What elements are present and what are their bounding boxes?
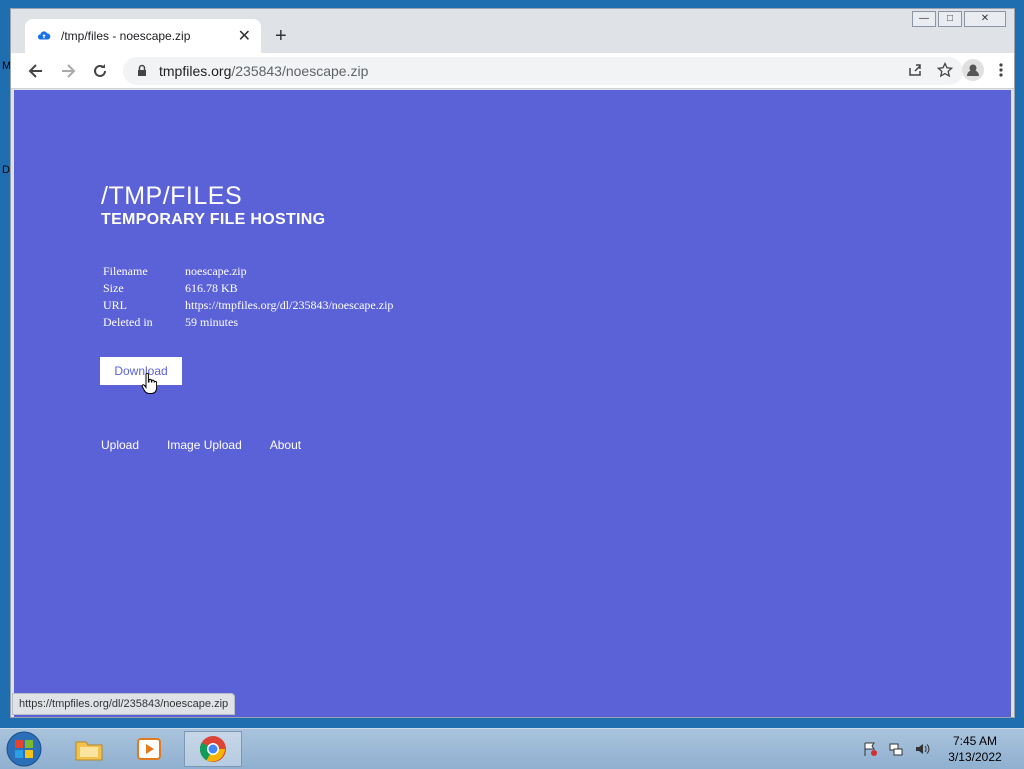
profile-avatar-icon[interactable] [962,59,984,81]
info-value-url: https://tmpfiles.org/dl/235843/noescape.… [185,298,394,312]
browser-window: — □ ✕ /tmp/files - noescape.zip ✕ + tmpf… [10,8,1015,718]
info-label-size: Size [103,281,124,295]
browser-toolbar: tmpfiles.org/235843/noescape.zip [11,53,1014,89]
new-tab-icon[interactable]: + [275,25,287,48]
info-label-deleted-in: Deleted in [103,315,153,329]
system-tray [862,741,930,757]
desktop-icon-label: D [2,164,10,176]
forward-icon[interactable] [57,60,79,82]
share-icon[interactable] [907,62,923,78]
window-controls: — □ ✕ [912,11,1006,27]
info-value-size: 616.78 KB [185,281,238,295]
page-content: /TMP/FILES TEMPORARY FILE HOSTING Filena… [14,90,1011,717]
page-title: /TMP/FILES [101,182,243,210]
lock-icon[interactable] [135,64,149,78]
network-icon[interactable] [888,741,904,757]
start-button-icon[interactable] [4,730,44,768]
url-host: tmpfiles.org [159,63,232,79]
info-value-deleted-in: 59 minutes [185,315,238,329]
maximize-button[interactable]: □ [938,11,962,27]
taskbar-chrome[interactable] [184,731,242,767]
folder-icon [75,741,103,761]
reload-icon[interactable] [89,60,111,82]
tab-close-icon[interactable]: ✕ [238,26,251,46]
table-row: Filename noescape.zip [101,263,395,280]
upload-link[interactable]: Upload [101,438,139,452]
image-upload-link[interactable]: Image Upload [167,438,242,452]
clock-date: 3/13/2022 [948,750,1002,764]
info-label-filename: Filename [103,264,148,278]
clock-time: 7:45 AM [952,734,998,748]
toolbar-right [962,59,1004,81]
chrome-icon [199,736,226,762]
volume-icon[interactable] [914,741,930,757]
taskbar: 7:45 AM 3/13/2022 [0,728,1024,769]
about-link[interactable]: About [270,438,301,452]
taskbar-media-player[interactable] [120,731,178,767]
table-row: URL https://tmpfiles.org/dl/235843/noesc… [101,297,395,314]
file-info-table: Filename noescape.zip Size 616.78 KB URL… [101,263,395,331]
taskbar-clock[interactable]: 7:45 AM 3/13/2022 [940,733,1010,765]
info-value-filename: noescape.zip [185,264,247,278]
minimize-button[interactable]: — [912,11,936,27]
table-row: Deleted in 59 minutes [101,314,395,331]
url-path: /235843/noescape.zip [231,63,369,79]
tab-title: /tmp/files - noescape.zip [61,29,191,43]
address-bar[interactable]: tmpfiles.org/235843/noescape.zip [123,57,963,85]
bookmark-star-icon[interactable] [937,62,953,78]
hand-cursor-icon [141,373,157,394]
media-player-icon [137,738,161,760]
more-menu-icon[interactable] [998,62,1004,78]
status-bar-url: https://tmpfiles.org/dl/235843/noescape.… [12,693,236,715]
close-window-button[interactable]: ✕ [964,11,1006,27]
back-icon[interactable] [25,60,47,82]
info-label-url: URL [103,298,127,312]
table-row: Size 616.78 KB [101,280,395,297]
footer-nav: Upload Image Upload About [101,438,301,452]
browser-tab[interactable]: /tmp/files - noescape.zip ✕ [25,19,261,53]
action-center-flag-icon[interactable] [862,741,878,757]
omnibox-actions [907,62,953,78]
page-subtitle: TEMPORARY FILE HOSTING [101,211,326,228]
taskbar-file-explorer[interactable] [60,731,118,767]
cloud-upload-icon [37,31,51,40]
